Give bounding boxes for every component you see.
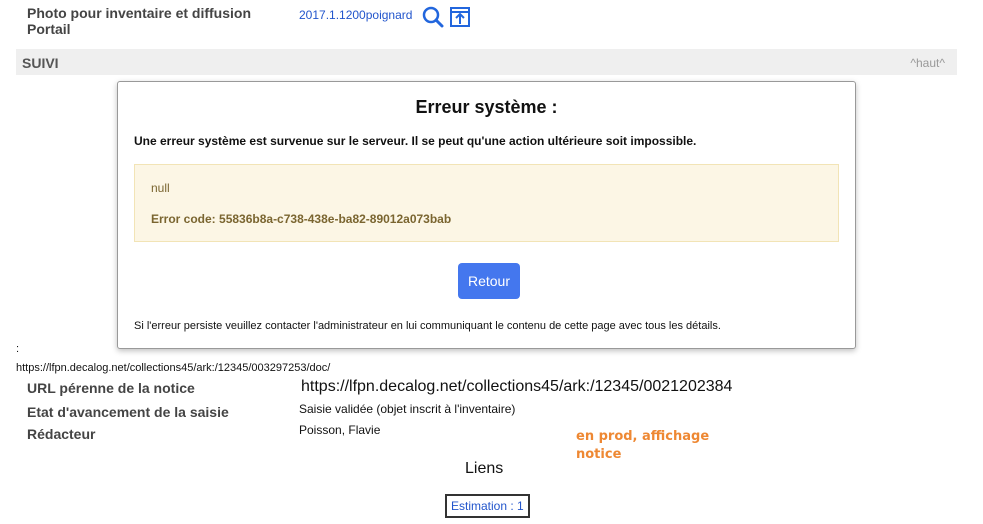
photo-label: Photo pour inventaire et diffusion Porta… — [27, 5, 251, 37]
etat-saisie-label: Etat d'avancement de la saisie — [27, 404, 229, 420]
error-detail-text: null — [151, 181, 170, 195]
url-perenne-label: URL pérenne de la notice — [27, 380, 195, 396]
redacteur-value: Poisson, Flavie — [299, 423, 381, 437]
error-dialog: Erreur système : Une erreur système est … — [117, 81, 856, 349]
search-icon[interactable] — [422, 6, 444, 28]
separator-colon: : — [16, 343, 20, 355]
url-perenne-value: https://lfpn.decalog.net/collections45/a… — [301, 378, 733, 395]
error-details-box: null Error code: 55836b8a-c738-438e-ba82… — [134, 164, 839, 242]
error-dialog-title: Erreur système : — [415, 97, 558, 117]
photo-link[interactable]: 2017.1.1200poignard — [299, 8, 412, 22]
doc-url-text: https://lfpn.decalog.net/collections45/a… — [16, 362, 331, 374]
suivi-section-header: SUIVI ^haut^ — [16, 49, 957, 75]
annotation-note: en prod, affichage notice — [576, 429, 710, 462]
error-message: Une erreur système est survenue sur le s… — [134, 134, 697, 148]
liens-heading: Liens — [465, 460, 504, 477]
suivi-title: SUIVI — [22, 55, 59, 71]
back-to-top-link[interactable]: ^haut^ — [910, 56, 945, 70]
retour-button[interactable]: Retour — [458, 263, 520, 299]
error-code: Error code: 55836b8a-c738-438e-ba82-8901… — [151, 212, 452, 226]
open-external-icon[interactable] — [449, 6, 471, 28]
redacteur-label: Rédacteur — [27, 426, 96, 442]
etat-saisie-value: Saisie validée (objet inscrit à l'invent… — [299, 402, 516, 416]
estimation-link[interactable]: Estimation : 1 — [445, 494, 530, 518]
error-footer-note: Si l'erreur persiste veuillez contacter … — [134, 320, 721, 332]
